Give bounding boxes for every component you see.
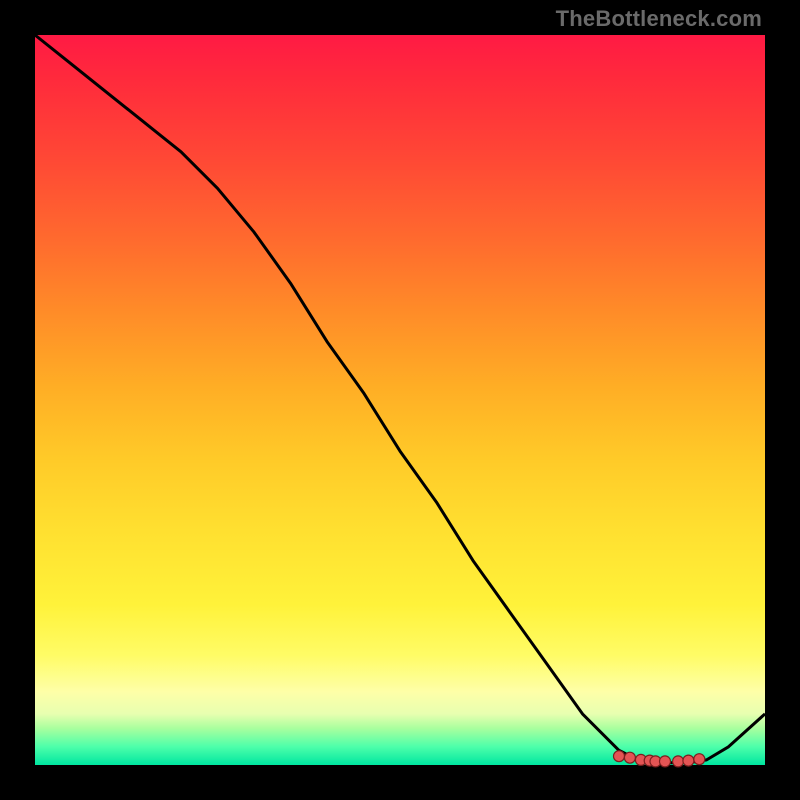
marker-dot <box>694 754 705 765</box>
chart-frame: TheBottleneck.com <box>0 0 800 800</box>
attribution-text: TheBottleneck.com <box>556 6 762 32</box>
bottleneck-curve-line <box>35 35 765 763</box>
marker-dot <box>624 752 635 763</box>
optimal-zone-markers <box>614 751 705 767</box>
chart-overlay <box>35 35 765 765</box>
marker-dot <box>673 756 684 767</box>
marker-dot <box>614 751 625 762</box>
marker-dot <box>660 756 671 767</box>
marker-dot <box>683 755 694 766</box>
